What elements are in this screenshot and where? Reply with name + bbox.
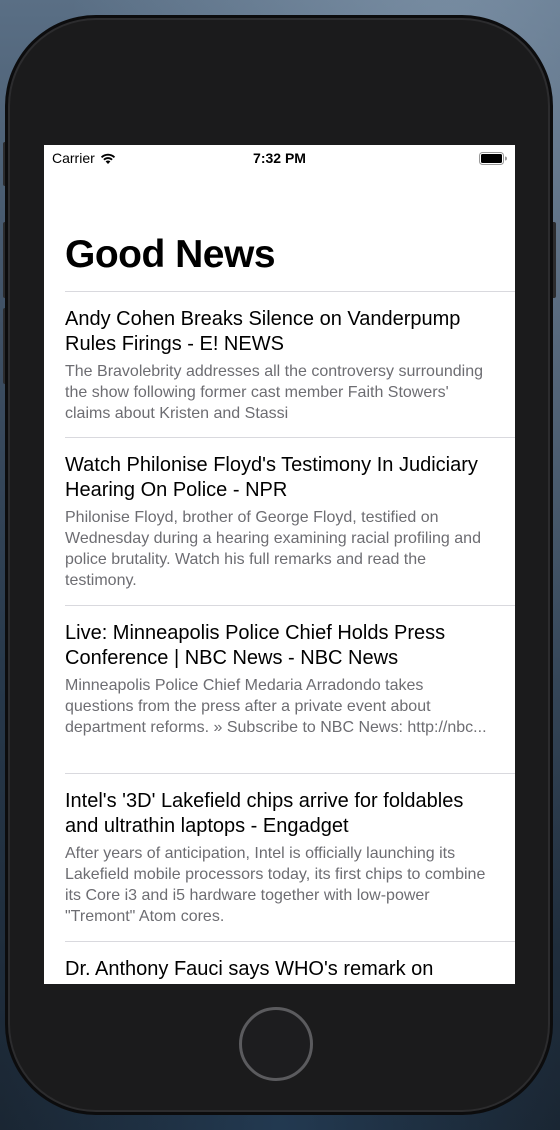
- battery-icon: [479, 152, 507, 165]
- news-list-item[interactable]: Live: Minneapolis Police Chief Holds Pre…: [65, 605, 515, 773]
- news-list-item[interactable]: Andy Cohen Breaks Silence on Vanderpump …: [65, 291, 515, 437]
- news-title: Intel's '3D' Lakefield chips arrive for …: [65, 790, 464, 837]
- news-title: Dr. Anthony Fauci says WHO's remark on: [65, 958, 434, 980]
- news-list-item[interactable]: Intel's '3D' Lakefield chips arrive for …: [65, 773, 515, 941]
- news-list-item[interactable]: Watch Philonise Floyd's Testimony In Jud…: [65, 437, 515, 605]
- news-description: The Bravolebrity addresses all the contr…: [65, 363, 483, 422]
- news-description: After years of anticipation, Intel is of…: [65, 845, 486, 925]
- status-bar: Carrier 7:32 PM: [44, 145, 515, 171]
- app-screen: Carrier 7:32 PM Good News Andy Cohen Bre…: [44, 145, 515, 984]
- news-title: Watch Philonise Floyd's Testimony In Jud…: [65, 454, 478, 501]
- news-description: Minneapolis Police Chief Medaria Arradon…: [65, 677, 487, 736]
- power-button: [548, 222, 556, 298]
- news-title: Andy Cohen Breaks Silence on Vanderpump …: [65, 308, 461, 355]
- status-time: 7:32 PM: [253, 150, 306, 166]
- home-button[interactable]: [239, 1007, 313, 1081]
- news-description: Philonise Floyd, brother of George Floyd…: [65, 509, 481, 589]
- news-list-item[interactable]: Dr. Anthony Fauci says WHO's remark on: [65, 941, 515, 984]
- news-title: Live: Minneapolis Police Chief Holds Pre…: [65, 622, 446, 669]
- news-list[interactable]: Andy Cohen Breaks Silence on Vanderpump …: [65, 291, 515, 984]
- page-title: Good News: [65, 233, 276, 276]
